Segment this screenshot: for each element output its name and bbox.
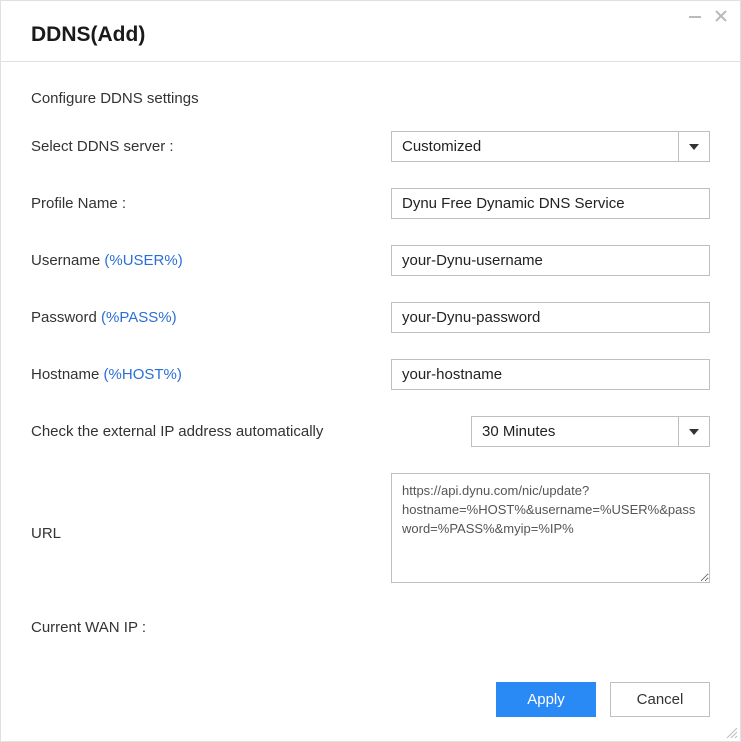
- label-username-token: (%USER%): [104, 252, 182, 269]
- url-field[interactable]: [391, 473, 710, 583]
- apply-button[interactable]: Apply: [496, 682, 596, 717]
- form: Select DDNS server : Profile Name : User…: [31, 131, 710, 636]
- minimize-icon[interactable]: [688, 9, 702, 23]
- dialog-body: Configure DDNS settings Select DDNS serv…: [1, 62, 740, 666]
- profile-name-field[interactable]: [391, 188, 710, 219]
- label-password-token: (%PASS%): [101, 309, 177, 326]
- ddns-server-value[interactable]: [391, 131, 678, 162]
- chevron-down-icon[interactable]: [678, 131, 710, 162]
- label-profile-name: Profile Name :: [31, 195, 371, 212]
- resize-handle-icon[interactable]: [724, 725, 738, 739]
- page-title: DDNS(Add): [31, 23, 710, 47]
- label-hostname-token: (%HOST%): [104, 366, 182, 383]
- label-username-text: Username: [31, 252, 104, 269]
- dialog-footer: Apply Cancel: [1, 666, 740, 741]
- label-password-text: Password: [31, 309, 101, 326]
- check-ip-interval-select[interactable]: [471, 416, 710, 447]
- label-hostname-text: Hostname: [31, 366, 104, 383]
- label-current-wan-ip: Current WAN IP :: [31, 619, 371, 636]
- ddns-server-select[interactable]: [391, 131, 710, 162]
- label-username: Username (%USER%): [31, 252, 371, 269]
- window-controls: [688, 9, 728, 23]
- password-field[interactable]: [391, 302, 710, 333]
- section-title: Configure DDNS settings: [31, 90, 710, 107]
- username-field[interactable]: [391, 245, 710, 276]
- label-url: URL: [31, 515, 371, 542]
- ddns-add-dialog: DDNS(Add) Configure DDNS settings Select…: [0, 0, 741, 742]
- hostname-field[interactable]: [391, 359, 710, 390]
- cancel-button[interactable]: Cancel: [610, 682, 710, 717]
- check-ip-interval-value[interactable]: [471, 416, 678, 447]
- label-hostname: Hostname (%HOST%): [31, 366, 371, 383]
- close-icon[interactable]: [714, 9, 728, 23]
- label-password: Password (%PASS%): [31, 309, 371, 326]
- chevron-down-icon[interactable]: [678, 416, 710, 447]
- titlebar: DDNS(Add): [1, 1, 740, 62]
- label-select-server: Select DDNS server :: [31, 138, 371, 155]
- label-check-ip: Check the external IP address automatica…: [31, 423, 371, 440]
